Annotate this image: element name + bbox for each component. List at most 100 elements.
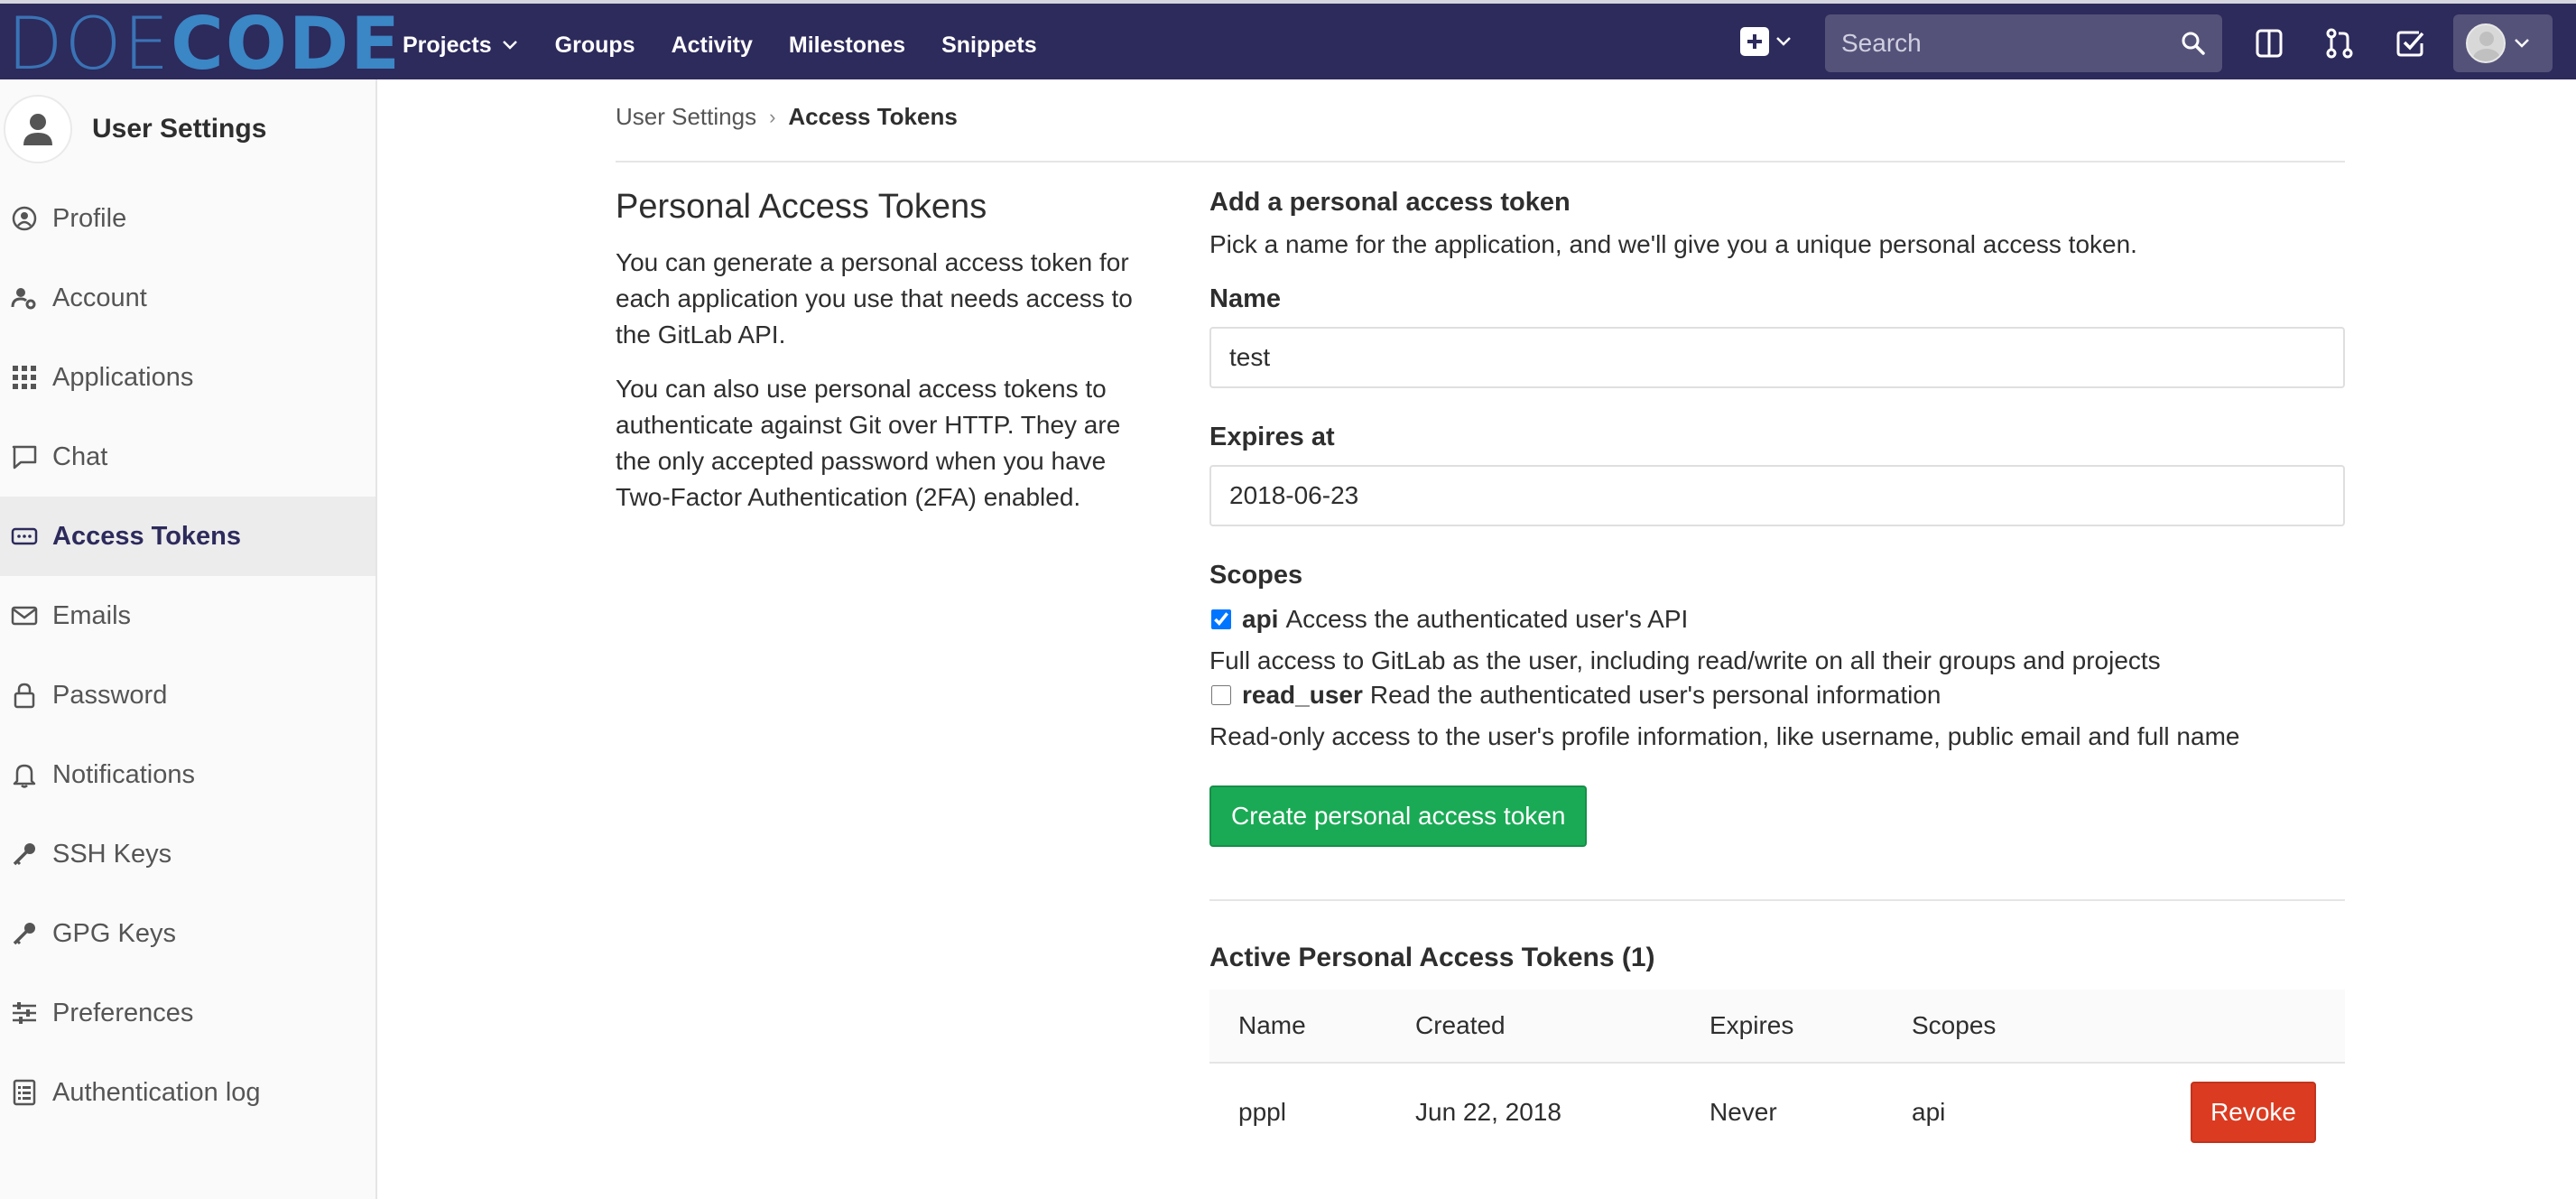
expires-label: Expires at <box>1209 423 1335 451</box>
scope-help-text: Full access to GitLab as the user, inclu… <box>1209 646 2161 674</box>
sidebar-item-profile[interactable]: Profile <box>0 179 375 258</box>
email-icon <box>11 606 38 626</box>
sidebar-item-emails[interactable]: Emails <box>0 576 375 655</box>
sidebar-item-password[interactable]: Password <box>0 655 375 735</box>
key-icon <box>13 923 35 945</box>
chevron-down-icon <box>1776 37 1791 46</box>
avatar <box>2466 23 2506 63</box>
sidebar-toggle-icon[interactable] <box>2251 25 2287 61</box>
sidebar-item-preferences[interactable]: Preferences <box>0 973 375 1053</box>
sidebar-item-authentication-log[interactable]: Authentication log <box>0 1053 375 1132</box>
breadcrumb-current: Access Tokens <box>788 103 958 130</box>
sidebar-item-label: Password <box>52 680 168 710</box>
scopes-label: Scopes <box>1209 561 1303 590</box>
sidebar-item-label: Authentication log <box>52 1077 261 1107</box>
key-icon <box>13 843 35 866</box>
profile-icon <box>12 206 37 231</box>
breadcrumb: User Settings › Access Tokens <box>616 103 958 131</box>
scope-name: api <box>1242 605 1279 633</box>
nav-groups[interactable]: Groups <box>555 33 635 59</box>
sidebar-item-label: Access Tokens <box>52 521 242 551</box>
sliders-icon <box>13 1002 36 1024</box>
create-token-button[interactable]: Create personal access token <box>1209 785 1588 847</box>
new-dropdown-button[interactable] <box>1740 23 1796 60</box>
divider <box>616 161 2345 163</box>
logo-text-part2: CODE <box>171 2 402 86</box>
main-nav: Projects Groups Activity Milestones Snip… <box>403 7 1037 83</box>
user-avatar-icon <box>4 95 72 163</box>
scope-summary: Access the authenticated user's API <box>1285 605 1689 633</box>
scope-read-user: read_user Read the authenticated user's … <box>1209 681 2345 710</box>
todo-check-icon[interactable] <box>2392 25 2428 61</box>
nav-activity[interactable]: Activity <box>672 33 753 59</box>
form-description: Pick a name for the application, and we'… <box>1209 230 2137 258</box>
sidebar-item-chat[interactable]: Chat <box>0 417 375 497</box>
breadcrumb-parent-link[interactable]: User Settings <box>616 103 756 131</box>
expires-at-input[interactable] <box>1209 465 2345 526</box>
sidebar-item-label: Profile <box>52 203 127 233</box>
sidebar-item-label: Applications <box>52 362 194 392</box>
nav-activity-label: Activity <box>671 32 753 58</box>
chat-icon <box>12 445 37 469</box>
token-name-cell: pppl <box>1238 1098 1286 1126</box>
intro-paragraph-2: You can also use personal access tokens … <box>616 375 1121 511</box>
nav-projects-label: Projects <box>403 32 492 58</box>
sidebar-header[interactable]: User Settings <box>0 79 375 179</box>
intro-section: Personal Access Tokens You can generate … <box>616 188 1157 534</box>
log-icon <box>13 1079 36 1106</box>
nav-snippets-label: Snippets <box>941 32 1037 58</box>
table-header: Name Created Expires Scopes <box>1209 990 2345 1064</box>
divider <box>1209 899 2345 901</box>
scope-summary: Read the authenticated user's personal i… <box>1369 681 1941 709</box>
revoke-button[interactable]: Revoke <box>2191 1082 2316 1143</box>
settings-sidebar: User Settings Profile Account Applicatio… <box>0 79 377 1199</box>
bell-icon <box>13 764 36 788</box>
sidebar-item-label: Emails <box>52 600 132 630</box>
sidebar-item-access-tokens[interactable]: Access Tokens <box>0 497 375 576</box>
user-menu-button[interactable] <box>2453 14 2553 72</box>
token-name-input[interactable] <box>1209 327 2345 388</box>
intro-paragraph-1: You can generate a personal access token… <box>616 248 1133 349</box>
nav-groups-label: Groups <box>554 32 635 58</box>
search-icon[interactable] <box>2181 31 2206 56</box>
account-icon <box>11 288 36 310</box>
chevron-down-icon <box>2515 39 2529 48</box>
name-label: Name <box>1209 284 1281 313</box>
scope-api-checkbox[interactable] <box>1211 609 1231 629</box>
sidebar-item-label: Preferences <box>52 998 194 1027</box>
column-header: Scopes <box>1912 1011 1997 1039</box>
chevron-right-icon: › <box>769 105 776 128</box>
sidebar-item-applications[interactable]: Applications <box>0 338 375 417</box>
sidebar-item-label: GPG Keys <box>52 918 176 948</box>
search-input[interactable] <box>1841 29 2166 58</box>
sidebar-item-gpg-keys[interactable]: GPG Keys <box>0 894 375 973</box>
sidebar-item-notifications[interactable]: Notifications <box>0 735 375 814</box>
sidebar-item-account[interactable]: Account <box>0 258 375 338</box>
access-tokens-icon <box>11 527 38 545</box>
token-expires-cell: Never <box>1710 1098 1777 1126</box>
scope-name: read_user <box>1242 681 1363 709</box>
merge-request-icon[interactable] <box>2321 25 2358 61</box>
sidebar-item-label: SSH Keys <box>52 839 172 869</box>
token-scopes-cell: api <box>1912 1098 1946 1126</box>
active-tokens-table: Name Created Expires Scopes pppl Jun 22,… <box>1209 990 2345 1161</box>
column-header: Expires <box>1710 1011 1794 1039</box>
table-row: pppl Jun 22, 2018 Never api Revoke <box>1209 1064 2345 1161</box>
nav-snippets[interactable]: Snippets <box>941 33 1037 59</box>
column-header: Created <box>1415 1011 1506 1039</box>
logo-text-part1: DOE <box>7 2 171 86</box>
top-navbar: DOE CODE Projects Groups Activity Milesto… <box>0 0 2576 86</box>
active-tokens-title: Active Personal Access Tokens (1) <box>1209 943 1655 972</box>
token-form: Add a personal access token Pick a name … <box>1209 188 2345 847</box>
column-header: Name <box>1238 1011 1306 1039</box>
token-created-cell: Jun 22, 2018 <box>1415 1098 1561 1126</box>
page-title: Personal Access Tokens <box>616 188 987 226</box>
sidebar-item-ssh-keys[interactable]: SSH Keys <box>0 814 375 894</box>
nav-milestones[interactable]: Milestones <box>789 33 905 59</box>
chevron-down-icon <box>502 41 517 50</box>
sidebar-item-label: Chat <box>52 441 108 471</box>
scope-help-text: Read-only access to the user's profile i… <box>1209 722 2240 750</box>
scope-read-user-checkbox[interactable] <box>1211 685 1231 705</box>
nav-projects[interactable]: Projects <box>403 33 519 59</box>
logo[interactable]: DOE CODE <box>7 2 402 86</box>
